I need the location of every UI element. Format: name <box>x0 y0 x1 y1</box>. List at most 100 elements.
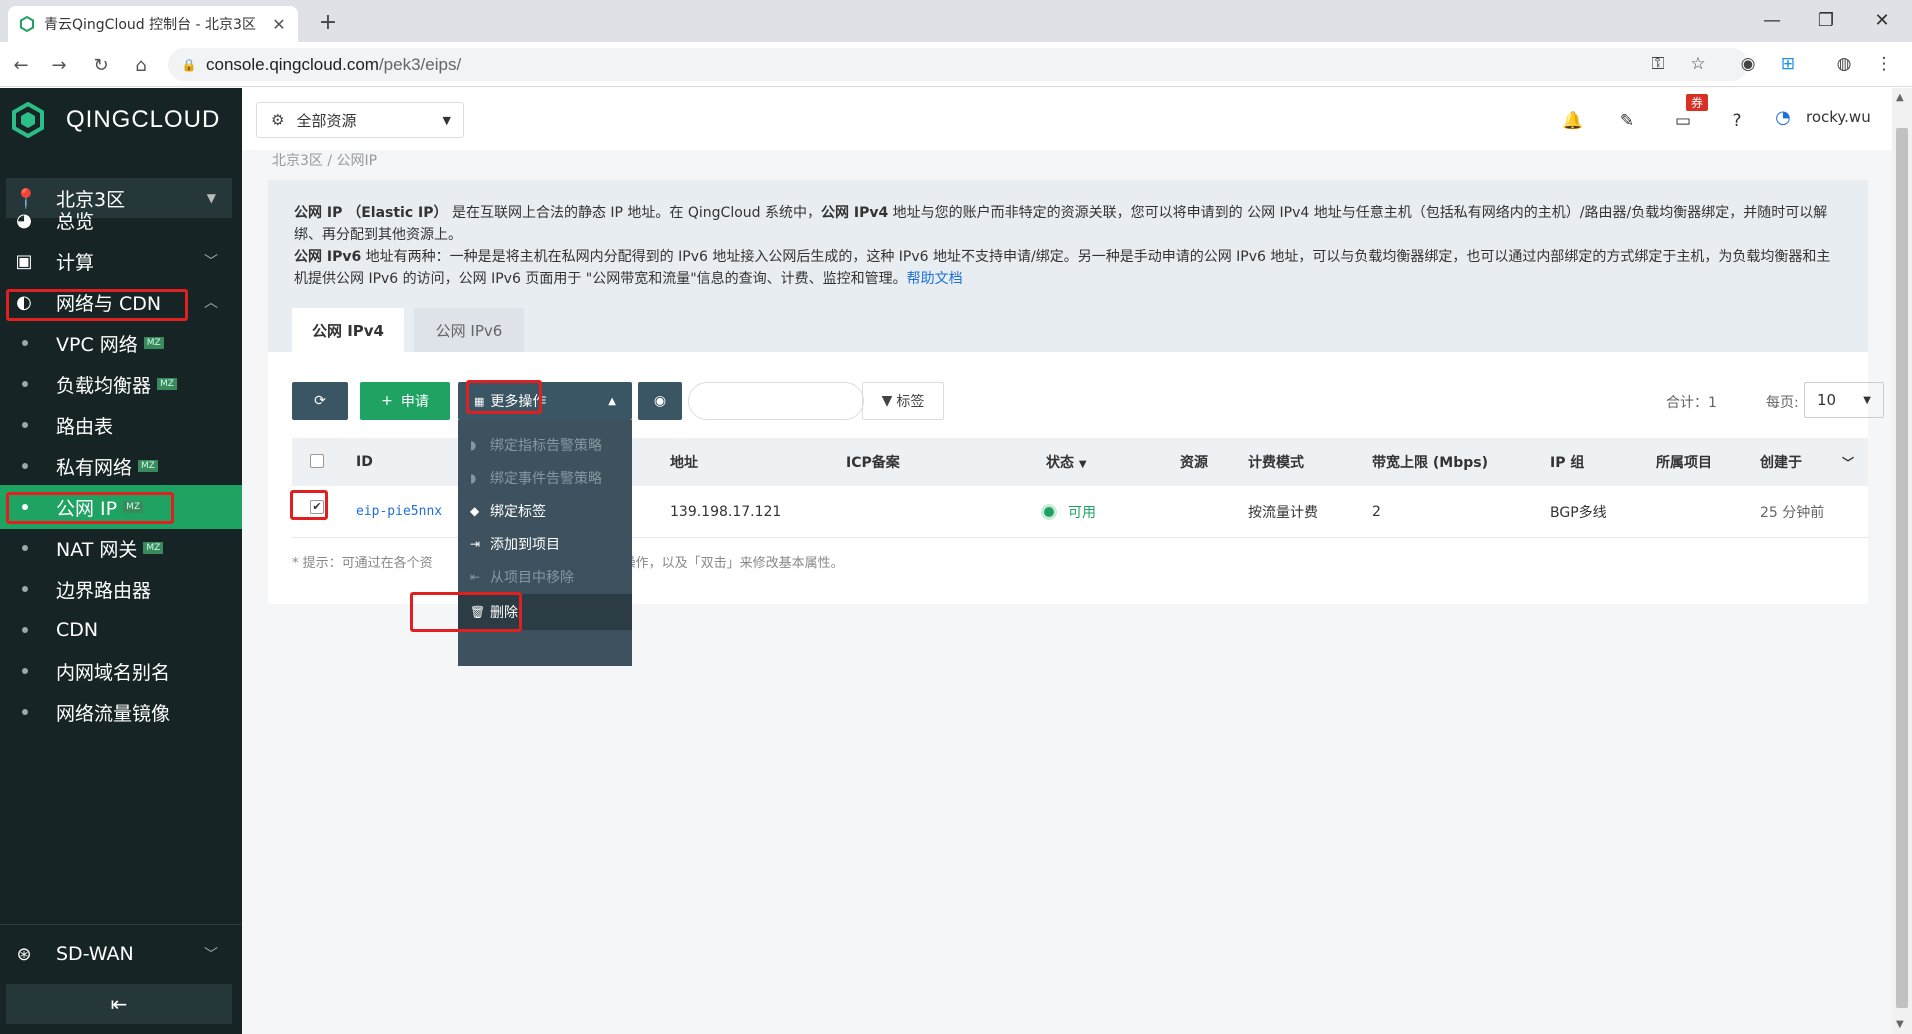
url-host: console.qingcloud.com <box>206 54 379 74</box>
eip-id-link[interactable]: eip-pie5nnx <box>356 504 442 519</box>
sidebar-item-route-table[interactable]: 路由表 <box>0 403 242 447</box>
back-icon[interactable]: ← <box>6 50 36 80</box>
nav-compute[interactable]: ▣ 计算 ﹀ <box>0 239 242 283</box>
select-all-checkbox[interactable] <box>310 454 324 468</box>
col-id[interactable]: ID <box>356 454 373 470</box>
logo-text: QINGCLOUD <box>66 106 221 133</box>
forward-icon[interactable]: → <box>44 50 74 80</box>
reload-icon[interactable]: ↻ <box>86 50 116 80</box>
col-resource[interactable]: 资源 <box>1180 452 1208 472</box>
sidebar-item-vpc[interactable]: VPC 网络 MZ <box>0 321 242 365</box>
sidebar-item-load-balancer[interactable]: 负载均衡器 MZ <box>0 362 242 406</box>
search-input[interactable] <box>688 382 864 420</box>
intro-term: 公网 IPv6 <box>294 249 362 265</box>
sidebar-item-traffic-mirror[interactable]: 网络流量镜像 <box>0 690 242 734</box>
wallet-icon[interactable]: ▭ <box>1672 110 1694 132</box>
highlight-network-cdn <box>6 289 188 321</box>
eip-status: 可用 <box>1044 502 1096 522</box>
chevron-down-icon[interactable]: ﹀ <box>1842 454 1854 471</box>
col-address[interactable]: 地址 <box>670 452 698 472</box>
key-icon[interactable]: ⚿ <box>1644 50 1672 78</box>
sidebar-item-cdn[interactable]: CDN <box>0 608 242 652</box>
help-icon[interactable]: ? <box>1726 110 1748 132</box>
tag-filter-button[interactable]: ▼ 标签 <box>862 382 944 420</box>
logo[interactable]: QINGCLOUD <box>10 102 220 138</box>
col-ip-group[interactable]: IP 组 <box>1550 452 1584 472</box>
scrollbar-thumb[interactable] <box>1896 128 1908 1008</box>
chevron-down-icon: ﹀ <box>204 254 218 270</box>
menu-item-remove-from-project[interactable]: ⇤ 从项目中移除 <box>458 560 632 593</box>
menu-item-label: 绑定标签 <box>490 503 546 520</box>
bell-icon: ◗ <box>470 437 477 452</box>
sidebar-item-border-router[interactable]: 边界路由器 <box>0 567 242 611</box>
per-page-label: 每页: <box>1766 395 1799 411</box>
menu-item-bind-metric-alarm[interactable]: ◗ 绑定指标告警策略 <box>458 428 632 461</box>
collapse-sidebar-icon[interactable]: ⇤ <box>6 984 232 1024</box>
menu-item-bind-tag[interactable]: ◆ 绑定标签 <box>458 494 632 527</box>
dashboard-icon: ◕ <box>16 209 32 231</box>
col-status[interactable]: 状态 ▼ <box>1046 452 1087 472</box>
nav-dashboard[interactable]: ◕ 总览 <box>0 198 242 242</box>
minimize-icon[interactable]: — <box>1752 6 1792 34</box>
nav-sdwan[interactable]: ⊛ SD-WAN ﹀ <box>0 932 242 976</box>
gear-icon: ⚙ <box>271 111 285 129</box>
coupon-badge[interactable]: 券 <box>1686 94 1709 111</box>
eip-bandwidth: 2 <box>1372 503 1381 520</box>
windows-extension-icon[interactable]: ⊞ <box>1774 50 1802 78</box>
total-count: 合计：1 <box>1666 395 1717 411</box>
login-icon: ⇥ <box>470 536 481 551</box>
highlight-public-ip <box>6 492 174 524</box>
sidebar-item-nat-gateway[interactable]: NAT 网关 MZ <box>0 526 242 570</box>
page-size-value: 10 <box>1817 391 1837 409</box>
tab-ipv6[interactable]: 公网 IPv6 <box>414 308 524 352</box>
vertical-scrollbar[interactable]: ▲ ▼ <box>1892 88 1912 1034</box>
tab-ipv4[interactable]: 公网 IPv4 <box>292 308 404 352</box>
window-close-icon[interactable]: ✕ <box>1862 6 1902 34</box>
col-project[interactable]: 所属项目 <box>1656 452 1712 472</box>
scroll-down-icon[interactable]: ▼ <box>1896 1019 1904 1030</box>
apply-button[interactable]: + 申请 <box>360 382 450 420</box>
profile-icon[interactable]: ◍ <box>1830 50 1858 78</box>
menu-item-label: 绑定指标告警策略 <box>490 437 602 454</box>
menu-item-add-to-project[interactable]: ⇥ 添加到项目 <box>458 527 632 560</box>
col-icp[interactable]: ICP备案 <box>846 452 900 472</box>
notification-bell-icon[interactable]: 🔔 <box>1562 110 1584 132</box>
caret-down-icon: ▼ <box>1078 459 1087 470</box>
column-visibility-button[interactable]: ◉ <box>638 382 682 420</box>
sidebar: QINGCLOUD 📍 北京3区 ▼ ◕ 总览 ▣ 计算 ﹀ ◐ 网络与 CDN… <box>0 88 242 1034</box>
username: rocky.wu <box>1806 108 1871 126</box>
eip-panel: 公网 IP （Elastic IP） 是在互联网上合法的静态 IP 地址。在 Q… <box>268 180 1884 666</box>
sidebar-item-dns-alias[interactable]: 内网域名别名 <box>0 649 242 693</box>
caret-down-icon: ▼ <box>1863 394 1871 406</box>
breadcrumb: 北京3区 / 公网IP <box>272 153 378 169</box>
star-icon[interactable]: ☆ <box>1684 50 1712 78</box>
help-doc-link[interactable]: 帮助文档 <box>907 271 963 287</box>
address-bar[interactable]: 🔒 console.qingcloud.com/pek3/eips/ <box>168 48 1748 81</box>
filter-icon: ▼ <box>881 393 893 409</box>
sidebar-item-label: 内网域名别名 <box>56 661 171 684</box>
resource-select[interactable]: ⚙ 全部资源 ▼ <box>256 102 464 138</box>
new-tab-icon[interactable]: + <box>314 8 342 36</box>
url-path: /pek3/eips/ <box>378 54 462 74</box>
menu-item-bind-event-alarm[interactable]: ◗ 绑定事件告警策略 <box>458 461 632 494</box>
home-icon[interactable]: ⌂ <box>126 50 156 80</box>
col-bandwidth[interactable]: 带宽上限 (Mbps) <box>1372 452 1488 472</box>
browser-menu-icon[interactable]: ⋮ <box>1870 50 1898 78</box>
chevron-up-icon: ︿ <box>204 295 218 311</box>
col-billing[interactable]: 计费模式 <box>1248 452 1304 472</box>
tab-close-icon[interactable]: ✕ <box>270 15 288 34</box>
col-status-label: 状态 <box>1046 455 1074 471</box>
scroll-up-icon[interactable]: ▲ <box>1896 92 1904 103</box>
user-avatar-icon: ◔ <box>1775 106 1791 128</box>
browser-tab[interactable]: 青云QingCloud 控制台 - 北京3区 ✕ <box>8 6 298 42</box>
col-created[interactable]: 创建于 <box>1760 452 1802 472</box>
eip-address: 139.198.17.121 <box>670 503 782 520</box>
page-size-select[interactable]: 10 ▼ <box>1804 382 1884 418</box>
ticket-icon[interactable]: ✎ <box>1616 110 1638 132</box>
maximize-icon[interactable]: ❐ <box>1806 6 1846 34</box>
sidebar-item-private-network[interactable]: 私有网络 MZ <box>0 444 242 488</box>
refresh-button[interactable]: ⟳ <box>292 382 348 420</box>
mz-badge: MZ <box>157 378 177 390</box>
user-menu[interactable]: ◔ rocky.wu <box>1772 106 1871 128</box>
extension-circle-icon[interactable]: ◉ <box>1734 50 1762 78</box>
